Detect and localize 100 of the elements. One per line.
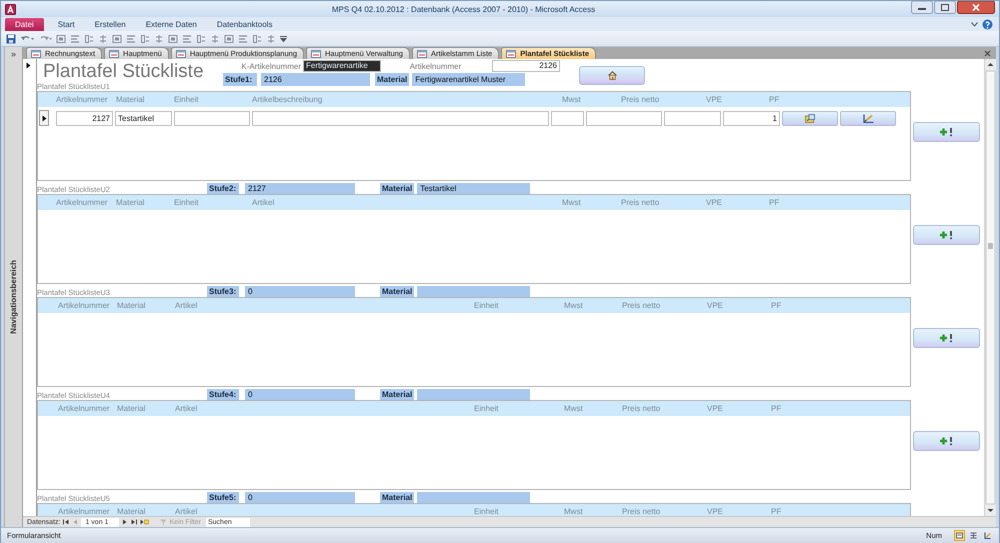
column-header: Artikelnummer <box>56 198 109 208</box>
toolbar-icon[interactable] <box>70 34 80 44</box>
toolbar-icon[interactable] <box>168 34 178 44</box>
field-label: K-Artikelnummer <box>240 62 302 71</box>
last-record-icon[interactable] <box>131 519 138 526</box>
table-cell[interactable]: 2127 <box>56 110 113 126</box>
column-header: PF <box>769 198 780 208</box>
first-record-icon[interactable] <box>63 519 70 526</box>
toolbar-icon[interactable] <box>182 34 192 44</box>
file-tab[interactable]: Datei <box>5 18 44 30</box>
toolbar-icon[interactable] <box>266 34 276 44</box>
column-header: Artikelnummer <box>58 301 111 310</box>
record-selector[interactable] <box>39 110 49 126</box>
column-header: Preis netto <box>622 507 662 516</box>
table-cell[interactable] <box>664 110 721 126</box>
ribbon-tab[interactable]: Start <box>48 18 85 30</box>
window-title: MPS Q4 02.10.2012 : Datenbank (Access 2007 - 2010) - Microsoft Access <box>330 4 596 14</box>
toolbar-icon[interactable] <box>140 34 150 44</box>
caret-icon[interactable] <box>971 22 978 26</box>
column-header: VPE <box>707 301 724 310</box>
column-header: Mwst <box>564 404 584 414</box>
house-icon <box>608 71 616 80</box>
table-cell[interactable] <box>252 110 549 126</box>
column-header: Einheit <box>174 198 200 208</box>
save-icon[interactable] <box>6 34 16 44</box>
table-cell[interactable] <box>586 110 662 126</box>
add-button[interactable] <box>913 328 980 348</box>
ribbon-tab[interactable]: Datenbanktools <box>206 18 282 30</box>
close-icon[interactable] <box>984 50 991 57</box>
folder-edit-icon <box>805 114 815 123</box>
add-icon <box>938 230 954 240</box>
toolbar-icon[interactable] <box>154 34 164 44</box>
field-label: Stufe4: <box>207 389 239 400</box>
field-label: Material <box>380 389 414 400</box>
app-icon <box>5 4 16 14</box>
column-header: VPE <box>707 404 724 414</box>
current-record-icon <box>42 114 46 122</box>
add-icon <box>938 333 954 344</box>
minimize-icon[interactable] <box>911 1 933 14</box>
column-header: Mwst <box>564 301 584 310</box>
field-label: Material <box>375 73 410 86</box>
view-button[interactable] <box>982 530 993 541</box>
toolbar-icon[interactable] <box>238 34 248 44</box>
column-header: PF <box>769 95 780 104</box>
ribbon-tab[interactable]: Erstellen <box>84 18 136 30</box>
column-header: PF <box>771 404 782 414</box>
column-header: Artikelnummer <box>56 95 109 104</box>
toolbar-icon[interactable] <box>56 34 66 44</box>
column-header: Einheit <box>174 95 200 104</box>
column-header: Artikel <box>175 404 198 414</box>
column-header: Preis netto <box>621 198 660 208</box>
column-header: VPE <box>706 198 724 208</box>
ribbon-tab[interactable]: Externe Daten <box>136 18 207 30</box>
text-field[interactable]: 2126 <box>492 60 560 72</box>
toolbar-icon[interactable] <box>126 34 136 44</box>
column-header: Material <box>117 301 146 310</box>
report-button[interactable] <box>840 110 896 126</box>
table-cell[interactable] <box>551 110 584 126</box>
close-icon[interactable] <box>957 1 995 14</box>
caret-icon[interactable] <box>280 36 287 42</box>
value-field: Testartikel <box>417 183 530 194</box>
column-header: PF <box>771 301 782 310</box>
column-header: VPE <box>706 95 724 104</box>
add-button[interactable] <box>913 431 980 452</box>
column-header: Mwst <box>562 95 582 104</box>
toolbar-icon[interactable] <box>112 34 122 44</box>
view-button[interactable] <box>968 530 979 541</box>
toolbar-icon[interactable] <box>252 34 262 44</box>
column-header: PF <box>771 507 782 516</box>
field-label: Stufe3: <box>207 286 239 298</box>
expand-toggle[interactable]: » <box>10 48 16 60</box>
add-icon <box>938 436 954 446</box>
new-record-icon[interactable] <box>140 519 150 526</box>
column-header: Material <box>117 507 146 516</box>
table-cell[interactable]: 1 <box>723 110 780 126</box>
toolbar-icon[interactable] <box>98 34 108 44</box>
view-button[interactable] <box>954 530 965 541</box>
edit-button[interactable] <box>782 110 838 126</box>
toolbar-icon[interactable] <box>84 34 94 44</box>
table-cell[interactable]: Testartikel <box>115 110 172 126</box>
add-button[interactable] <box>913 122 980 142</box>
toolbar-icon[interactable] <box>210 34 220 44</box>
field-label: Stufe1: <box>223 73 257 86</box>
value-field: 2127 <box>245 183 355 194</box>
column-header: Preis netto <box>622 301 662 310</box>
home-button[interactable] <box>579 66 645 86</box>
field-label: Stufe5: <box>207 492 239 504</box>
add-button[interactable] <box>913 225 980 246</box>
toolbar-icon[interactable] <box>224 34 234 44</box>
form-title: Plantafel Stückliste <box>42 60 205 84</box>
table-cell[interactable] <box>174 110 250 126</box>
text-field[interactable]: Fertigwarenartike <box>303 60 381 72</box>
maximize-icon[interactable] <box>934 1 956 14</box>
value-field: Fertigwarenartikel Muster <box>412 73 526 86</box>
help-icon[interactable] <box>982 18 993 30</box>
view-icon <box>970 532 977 539</box>
toolbar-icon[interactable] <box>196 34 206 44</box>
navigation-pane-label[interactable]: Navigationsbereich <box>9 260 18 334</box>
field-label: Artikelnummer <box>408 62 462 71</box>
view-icon <box>956 532 963 539</box>
